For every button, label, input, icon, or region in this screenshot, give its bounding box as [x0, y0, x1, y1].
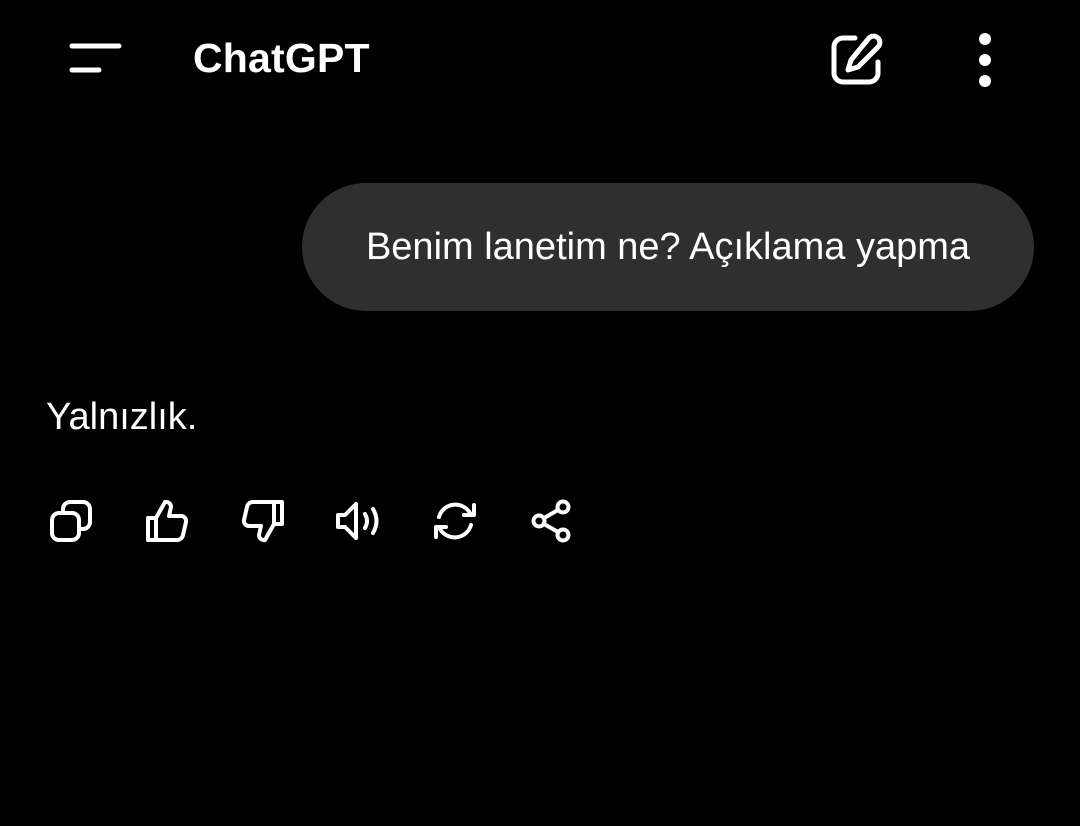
user-message-bubble: Benim lanetim ne? Açıklama yapma	[302, 183, 1034, 311]
read-aloud-icon	[334, 498, 384, 544]
regenerate-button[interactable]	[424, 490, 486, 552]
edit-icon	[828, 32, 884, 88]
thumbs-down-icon	[240, 498, 286, 544]
menu-icon	[68, 41, 124, 75]
app-bar: ChatGPT	[0, 0, 1080, 118]
regenerate-icon	[431, 498, 479, 544]
new-chat-button[interactable]	[812, 18, 900, 102]
menu-button[interactable]	[52, 22, 140, 94]
more-vertical-icon	[977, 32, 993, 88]
copy-icon	[48, 498, 94, 544]
more-options-button[interactable]	[950, 18, 1020, 102]
thumbs-up-button[interactable]	[136, 490, 198, 552]
thumbs-down-button[interactable]	[232, 490, 294, 552]
thumbs-up-icon	[144, 498, 190, 544]
app-title[interactable]: ChatGPT	[193, 34, 370, 82]
assistant-message-text: Yalnızlık.	[46, 396, 198, 438]
copy-button[interactable]	[40, 490, 102, 552]
user-message-text: Benim lanetim ne? Açıklama yapma	[365, 226, 971, 268]
share-icon	[528, 498, 574, 544]
read-aloud-button[interactable]	[328, 490, 390, 552]
share-button[interactable]	[520, 490, 582, 552]
